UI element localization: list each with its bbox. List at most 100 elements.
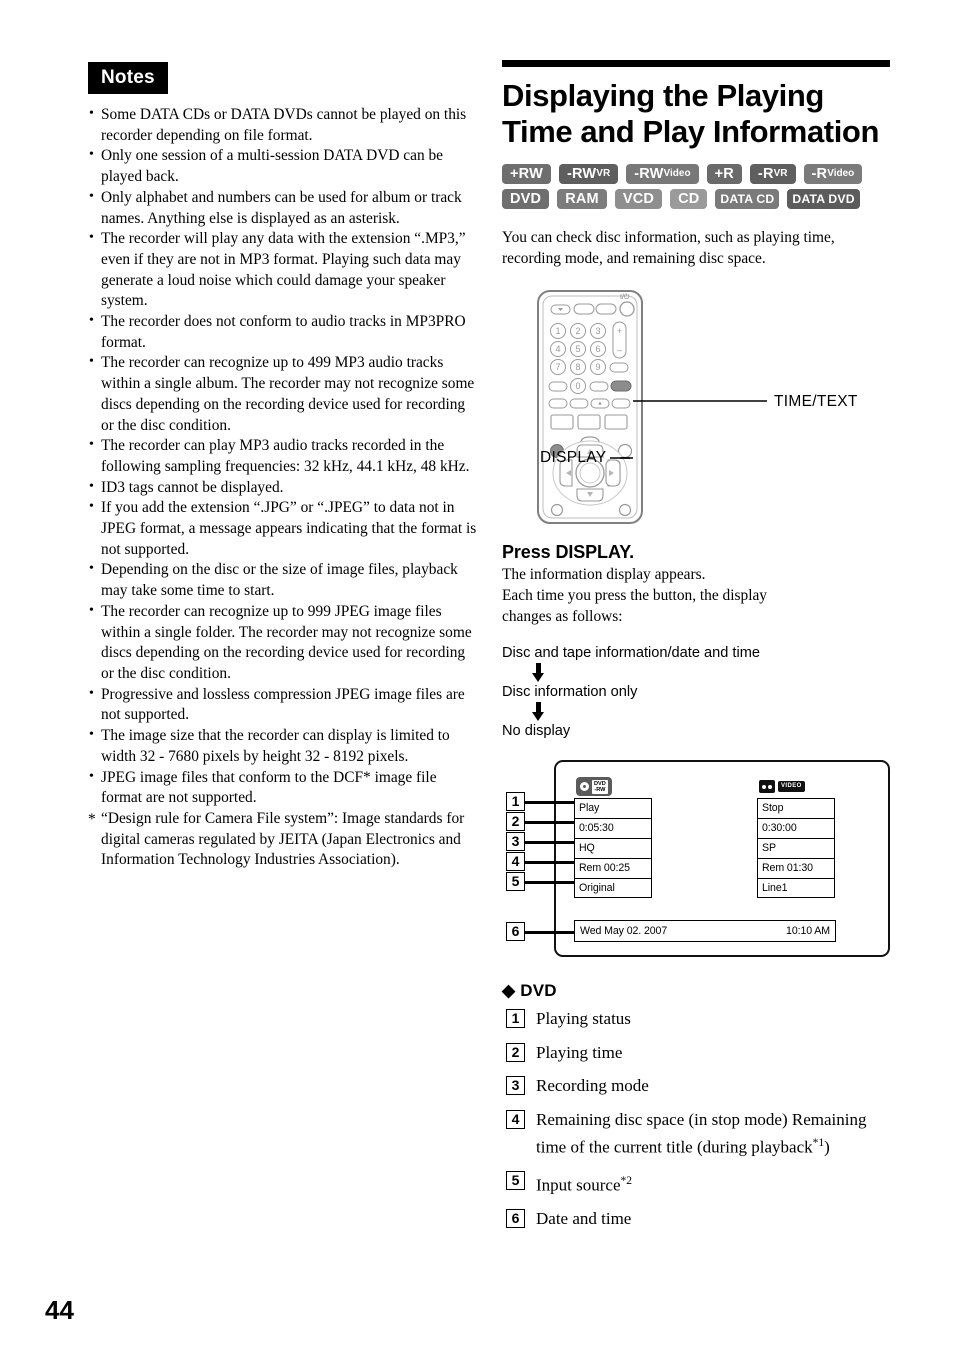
svg-text:9: 9 (595, 362, 600, 372)
svg-text:I/⏻: I/⏻ (620, 293, 630, 301)
badge-main-label: +R (714, 165, 734, 182)
flow-step-3: No display (502, 723, 571, 739)
diamond-icon: ◆ (502, 981, 516, 1000)
badge-main-label: VCD (622, 190, 655, 207)
tape-reel-icon (762, 784, 766, 789)
disc-format-badge: -RW VR (558, 164, 619, 184)
note-text: The recorder can play MP3 audio tracks r… (101, 437, 470, 475)
down-arrow-icon (532, 663, 545, 682)
osd-time: 10:10 AM (786, 925, 830, 937)
osd-cell-remaining: Rem 00:25 (574, 858, 652, 878)
record-dot-icon (580, 782, 589, 791)
svg-text:–: – (617, 345, 622, 355)
svg-text:0: 0 (575, 381, 580, 391)
down-arrow-icon (532, 702, 545, 721)
note-text: JPEG image files that conform to the DCF… (101, 768, 437, 807)
svg-text:8: 8 (575, 362, 580, 372)
legend-item: 6 Date and time (502, 1207, 890, 1231)
note-item: • The recorder can recognize up to 499 MP… (88, 353, 478, 436)
bullet-icon: • (89, 768, 94, 784)
disc-tag-bottom: -RW (594, 786, 606, 793)
bullet-icon: • (89, 561, 94, 577)
badge-row-1: +RW -RW VR -RW Video +R -R VR -R Video (502, 164, 890, 184)
disc-format-badge: RAM (557, 189, 607, 209)
svg-text:2: 2 (575, 326, 580, 336)
osd-cell-tape-remaining: Rem 01:30 (757, 858, 835, 878)
note-item: • The recorder will play any data with th… (88, 229, 478, 312)
note-text: Only alphabet and numbers can be used fo… (101, 188, 462, 227)
legend-footnote-marker: *1 (812, 1136, 825, 1149)
legend-item: 3 Recording mode (502, 1074, 890, 1098)
disc-format-badge: -RW Video (626, 164, 699, 184)
note-item: • Only alphabet and numbers can be used f… (88, 188, 478, 229)
legend-item: 5 Input source*2 (502, 1169, 890, 1197)
remote-label-time-text: TIME/TEXT (774, 393, 858, 410)
badge-sub-label: Video (827, 168, 855, 179)
osd-cell-rec-mode: HQ (574, 838, 652, 858)
badge-main-label: CD (678, 190, 700, 207)
bullet-icon: • (89, 727, 94, 743)
note-item: • The recorder can play MP3 audio tracks … (88, 436, 478, 477)
tape-reel-icon (768, 784, 772, 789)
legend-text: Remaining disc space (in stop mode) Rema… (536, 1109, 867, 1157)
legend-text: Playing time (536, 1042, 623, 1062)
badge-main-label: DVD (510, 190, 542, 207)
bullet-icon: • (89, 313, 94, 329)
legend-heading: ◆ DVD (502, 981, 890, 1001)
badge-main-label: +RW (510, 165, 543, 182)
note-footnote-text: “Design rule for Camera File system”: Im… (101, 809, 465, 869)
note-text: Some DATA CDs or DATA DVDs cannot be pla… (101, 106, 467, 144)
notes-list: • Some DATA CDs or DATA DVDs cannot be pl… (88, 105, 478, 871)
section-intro: You can check disc information, such as … (502, 229, 835, 267)
badge-row-2: DVD RAM VCD CD DATA CD DATA DVD (502, 189, 890, 209)
asterisk-icon: * (88, 810, 96, 828)
notes-header: Notes (88, 62, 168, 94)
badge-main-label: DATA DVD (792, 191, 855, 206)
osd-right-column: VIDEO Stop 0:30:00 SP Rem 01:30 Line1 (757, 776, 835, 898)
note-item: • Only one session of a multi-session DAT… (88, 146, 478, 187)
remote-label-display: DISPLAY (540, 449, 607, 466)
svg-text:+: + (617, 326, 622, 336)
section-column: Displaying the Playing Time and Play Inf… (502, 60, 890, 1241)
disc-format-badge: DATA DVD (787, 189, 860, 209)
note-item: • The recorder can recognize up to 999 JP… (88, 602, 478, 685)
bullet-icon: • (89, 147, 94, 163)
note-text: The recorder can recognize up to 499 MP3… (101, 354, 475, 434)
note-text: Only one session of a multi-session DATA… (101, 147, 444, 186)
flow-step-1: Disc and tape information/date and time (502, 645, 760, 661)
display-cycle-flow: Disc and tape information/date and time … (502, 644, 890, 740)
flow-step-2: Disc information only (502, 684, 638, 700)
osd-cell-play-time: 0:05:30 (574, 818, 652, 838)
legend-item: 1 Playing status (502, 1007, 890, 1031)
disc-format-badge: +RW (502, 164, 551, 184)
note-text: The recorder will play any data with the… (101, 230, 466, 310)
manual-page: Notes • Some DATA CDs or DATA DVDs cannot… (0, 0, 954, 1352)
osd-cell-tape-mode: SP (757, 838, 835, 858)
bullet-icon: • (89, 106, 94, 121)
svg-text:3: 3 (595, 326, 600, 336)
note-item: • JPEG image files that conform to the DC… (88, 768, 478, 809)
legend-number-box: 1 (506, 1009, 525, 1028)
step-line-1: The information display appears. (502, 566, 706, 583)
osd-left-icons: DVD -RW (574, 776, 652, 797)
step-body: The information display appears. Each ti… (502, 564, 890, 627)
disc-format-badge: +R (706, 164, 742, 184)
disc-format-badge: DVD (502, 189, 550, 209)
legend-text: Playing status (536, 1009, 631, 1028)
osd-diagram: 1 2 3 4 5 6 DVD -RW Play 0:05:30 HQ Rem … (502, 760, 890, 965)
note-text: The image size that the recorder can dis… (101, 727, 450, 765)
svg-text:1: 1 (555, 326, 560, 336)
osd-cell-tape-status: Stop (757, 798, 835, 818)
legend-text-tail: ) (824, 1137, 830, 1157)
legend-number-box: 2 (506, 1042, 525, 1062)
bullet-icon: • (89, 685, 94, 701)
note-item: • Progressive and lossless compression JP… (88, 685, 478, 726)
step-heading: Press DISPLAY. (502, 542, 635, 562)
note-text: The recorder can recognize up to 999 JPE… (101, 602, 472, 682)
osd-date-bar: Wed May 02. 2007 10:10 AM (574, 920, 836, 942)
bullet-icon: • (89, 354, 94, 370)
badge-main-label: -RW (566, 165, 597, 182)
note-footnote: * “Design rule for Camera File system”: I… (88, 809, 478, 871)
svg-text:7: 7 (555, 362, 560, 372)
legend-item: 2 Playing time (502, 1041, 890, 1065)
